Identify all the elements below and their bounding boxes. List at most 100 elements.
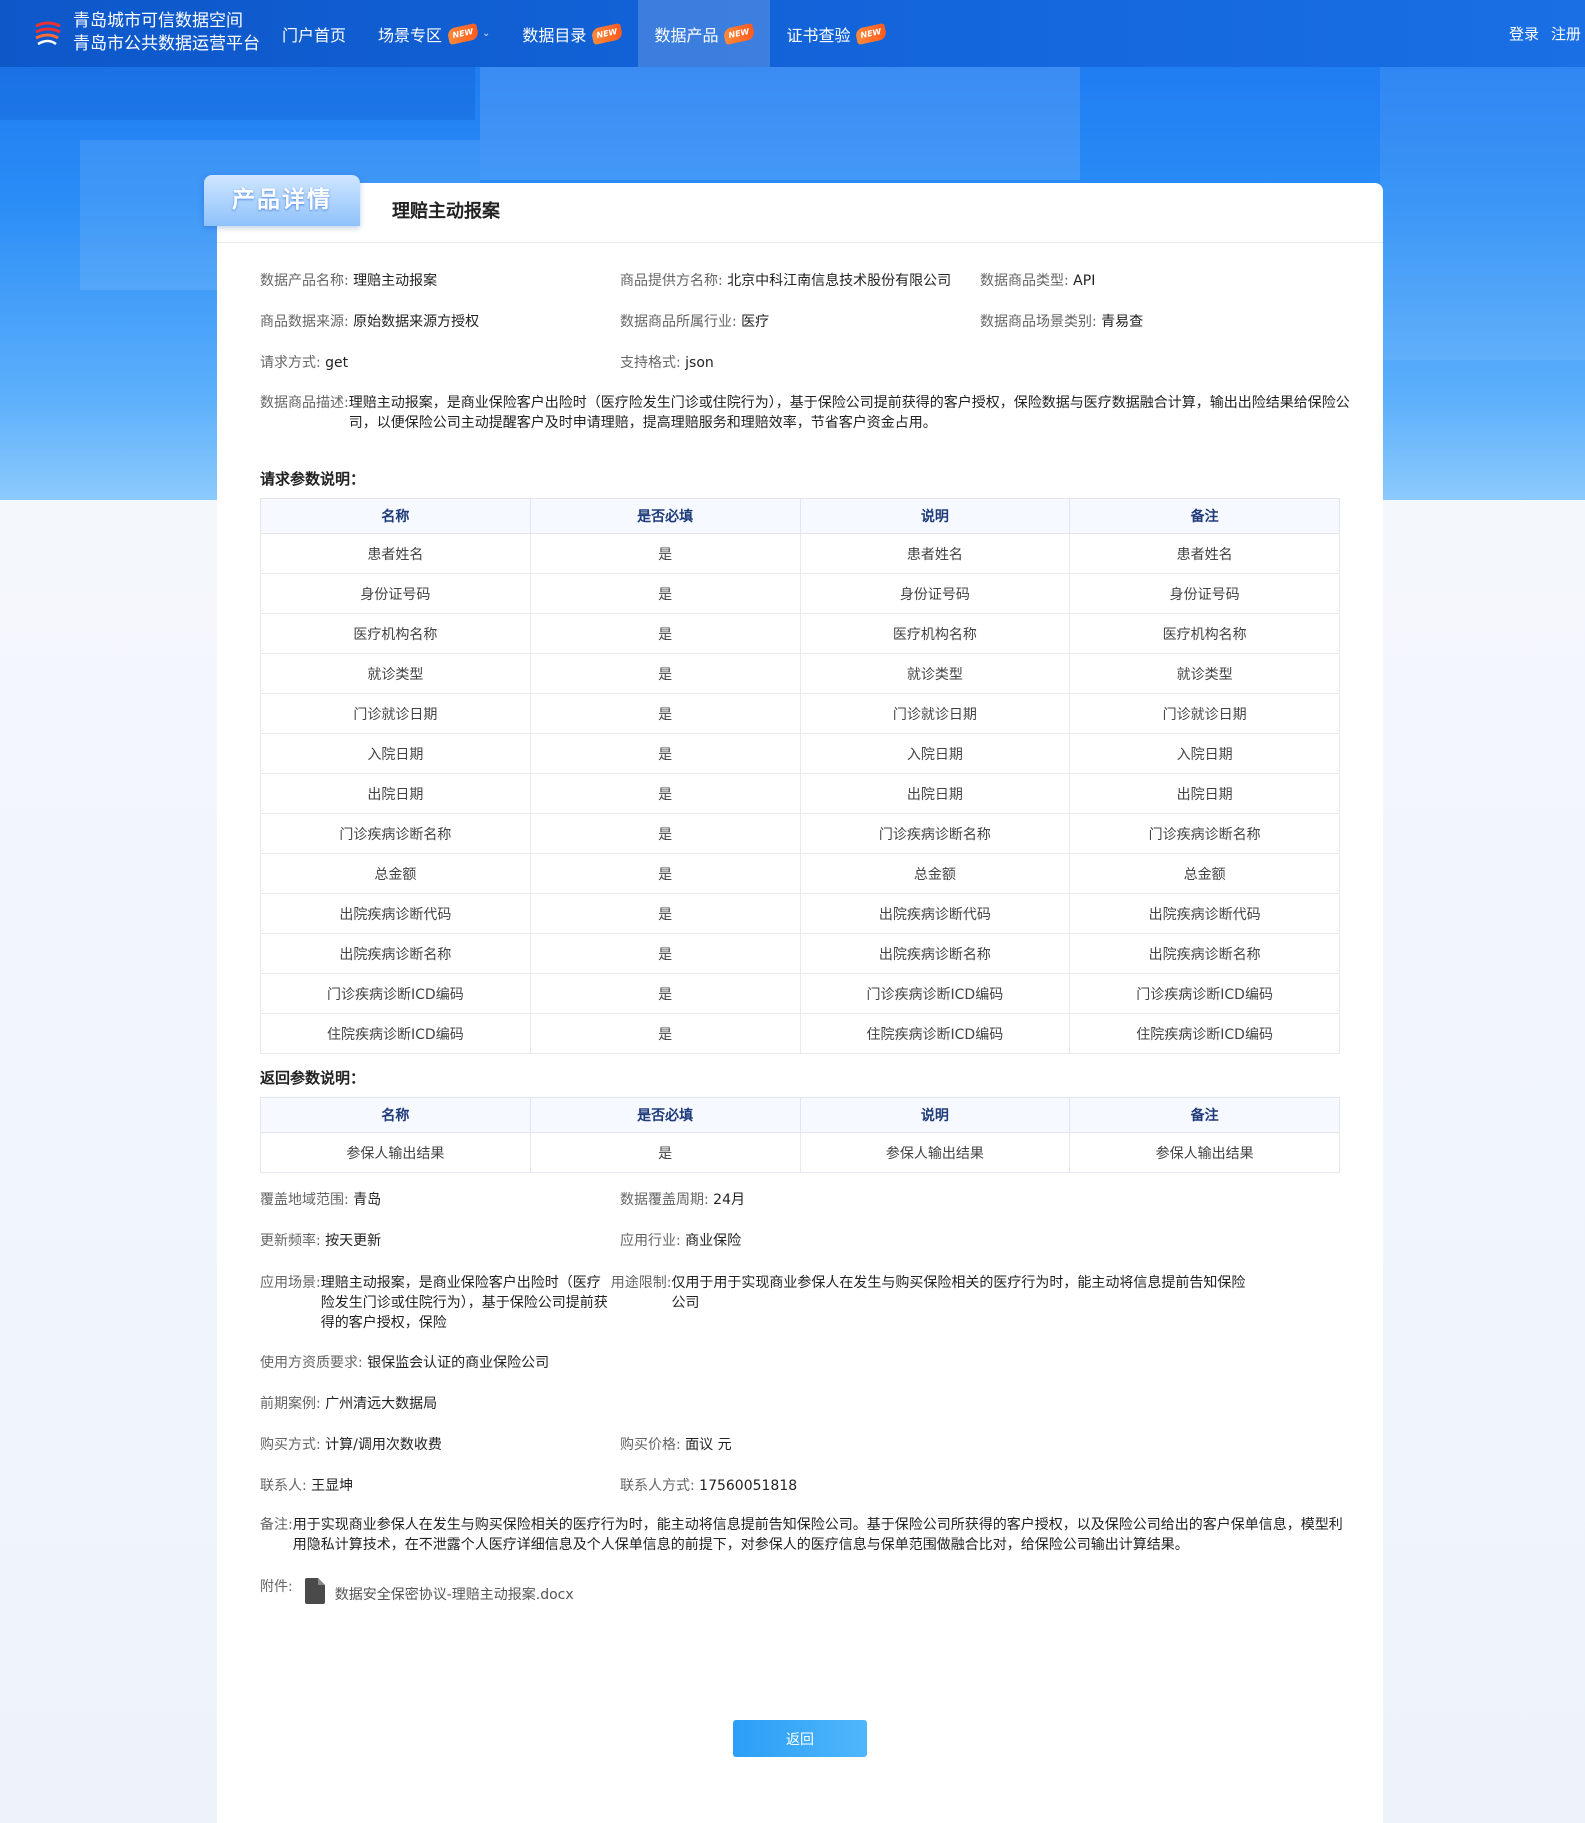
divider	[217, 242, 1383, 243]
buy-method-value: 计算/调用次数收费	[325, 1437, 442, 1453]
table-cell: 是	[529, 733, 801, 774]
table-cell: 是	[529, 533, 801, 574]
table-row: 出院疾病诊断名称是出院疾病诊断名称 出院疾病诊断名称	[260, 933, 1340, 974]
table-cell: 出院疾病诊断名称	[1069, 933, 1340, 974]
table-cell: 是	[529, 613, 801, 654]
table-row: 总金额是总金额 总金额	[260, 853, 1340, 894]
field-qualification: 使用方资质要求: 银保监会认证的商业保险公司	[260, 1355, 550, 1371]
phone-value: 17560051818	[699, 1478, 798, 1494]
provider-value: 北京中科江南信息技术股份有限公司	[727, 273, 952, 289]
table-cell: 门诊疾病诊断名称	[1069, 813, 1340, 854]
field-type: 数据商品类型: API	[980, 273, 1096, 289]
period-value: 24月	[713, 1192, 745, 1208]
table-cell: 门诊疾病诊断ICD编码	[260, 973, 531, 1014]
table-row: 身份证号码是身份证号码 身份证号码	[260, 573, 1340, 614]
col-header: 名称	[260, 1097, 531, 1133]
table-cell: 住院疾病诊断ICD编码	[1069, 1013, 1340, 1054]
region-value: 青岛	[353, 1192, 382, 1208]
new-badge: NEW	[723, 22, 756, 45]
field-scene-type: 数据商品场景类别: 青易查	[980, 314, 1144, 330]
field-format: 支持格式: json	[620, 355, 714, 371]
col-header: 是否必填	[529, 498, 801, 534]
col-header: 是否必填	[529, 1097, 801, 1133]
table-cell: 参保人输出结果	[260, 1132, 531, 1173]
field-attachment: 附件: 数据安全保密协议-理赔主动报案.docx	[260, 1578, 574, 1604]
field-method: 请求方式: get	[260, 355, 349, 371]
frequency-value: 按天更新	[325, 1233, 382, 1249]
table-cell: 是	[529, 1132, 801, 1173]
product-title: 理赔主动报案	[392, 201, 500, 222]
table-cell: 医疗机构名称	[799, 613, 1071, 654]
nav-item-products[interactable]: 数据产品 NEW	[638, 0, 771, 67]
table-cell: 入院日期	[1069, 733, 1340, 774]
table-cell: 是	[529, 1013, 801, 1054]
product-detail-card: 理赔主动报案 数据产品名称: 理赔主动报案 商品提供方名称: 北京中科江南信息技…	[217, 183, 1383, 1823]
brand-line1: 青岛城市可信数据空间	[73, 11, 243, 31]
case-value: 广州清远大数据局	[325, 1396, 438, 1412]
table-cell: 门诊就诊日期	[1069, 693, 1340, 734]
brand-title[interactable]: 青岛城市可信数据空间 青岛市公共数据运营平台	[73, 10, 260, 56]
request-params-title: 请求参数说明：	[260, 470, 366, 488]
nav-item-label: 场景专区	[378, 25, 443, 45]
table-cell: 住院疾病诊断ICD编码	[799, 1013, 1071, 1054]
table-row: 门诊疾病诊断名称是门诊疾病诊断名称 门诊疾病诊断名称	[260, 813, 1340, 854]
brand-line2: 青岛市公共数据运营平台	[73, 34, 260, 54]
table-header-row: 名称 是否必填 说明 备注	[260, 1097, 1340, 1133]
new-badge: NEW	[855, 22, 888, 45]
price-value: 面议 元	[685, 1437, 732, 1453]
table-row: 出院日期是出院日期 出院日期	[260, 773, 1340, 814]
back-button[interactable]: 返回	[733, 1720, 867, 1757]
qualification-value: 银保监会认证的商业保险公司	[367, 1355, 550, 1371]
field-case: 前期案例: 广州清远大数据局	[260, 1396, 438, 1412]
industry-value: 医疗	[741, 314, 770, 330]
field-app-industry: 应用行业: 商业保险	[620, 1233, 742, 1249]
table-row: 出院疾病诊断代码是出院疾病诊断代码 出院疾病诊断代码	[260, 893, 1340, 934]
field-period: 数据覆盖周期: 24月	[620, 1192, 745, 1208]
table-row: 参保人输出结果是参保人输出结果 参保人输出结果	[260, 1132, 1340, 1173]
table-cell: 就诊类型	[260, 653, 531, 694]
attachment-link[interactable]: 数据安全保密协议-理赔主动报案.docx	[335, 1584, 574, 1604]
table-cell: 门诊疾病诊断ICD编码	[799, 973, 1071, 1014]
nav-item-certificate[interactable]: 证书查验 NEW	[770, 0, 902, 67]
table-cell: 出院疾病诊断名称	[260, 933, 531, 974]
limit-value: 仅用于用于实现商业参保人在发生与购买保险相关的医疗行为时，能主动将信息提前告知保…	[671, 1275, 1246, 1311]
nav-item-label: 数据目录	[522, 25, 587, 45]
col-header: 备注	[1069, 498, 1340, 534]
table-cell: 入院日期	[260, 733, 531, 774]
table-cell: 出院日期	[1069, 773, 1340, 814]
table-cell: 出院日期	[799, 773, 1071, 814]
source-value: 原始数据来源方授权	[353, 314, 480, 330]
format-value: json	[685, 355, 714, 371]
nav-item-label: 证书查验	[786, 25, 851, 45]
table-cell: 入院日期	[799, 733, 1071, 774]
nav-item-scenes[interactable]: 场景专区 NEW ⌄	[362, 0, 506, 67]
request-params-table: 名称 是否必填 说明 备注 患者姓名是患者姓名 患者姓名 身份证号码是身份证号码 身份…	[260, 498, 1340, 1054]
field-provider: 商品提供方名称: 北京中科江南信息技术股份有限公司	[620, 273, 952, 289]
table-row: 患者姓名是患者姓名 患者姓名	[260, 533, 1340, 574]
nav-item-label: 数据产品	[654, 25, 719, 45]
table-cell: 患者姓名	[260, 533, 531, 574]
nav-item-home[interactable]: 门户首页	[266, 0, 362, 67]
response-params-table: 名称 是否必填 说明 备注 参保人输出结果是参保人输出结果 参保人输出结果	[260, 1097, 1340, 1173]
table-row: 门诊疾病诊断ICD编码是门诊疾病诊断ICD编码 门诊疾病诊断ICD编码	[260, 973, 1340, 1014]
table-cell: 出院疾病诊断代码	[260, 893, 531, 934]
table-cell: 出院疾病诊断代码	[1069, 893, 1340, 934]
table-cell: 身份证号码	[799, 573, 1071, 614]
table-cell: 是	[529, 773, 801, 814]
table-cell: 身份证号码	[260, 573, 531, 614]
table-cell: 门诊疾病诊断名称	[260, 813, 531, 854]
field-region: 覆盖地域范围: 青岛	[260, 1192, 382, 1208]
table-cell: 门诊就诊日期	[260, 693, 531, 734]
nav-item-label: 门户首页	[282, 25, 347, 45]
login-link[interactable]: 登录	[1509, 23, 1539, 44]
register-link[interactable]: 注册	[1551, 23, 1581, 44]
nav-item-catalog[interactable]: 数据目录 NEW	[506, 0, 638, 67]
table-cell: 是	[529, 813, 801, 854]
main-menu: 门户首页 场景专区 NEW ⌄ 数据目录 NEW 数据产品 NEW 证书查验 N…	[266, 0, 902, 67]
table-cell: 门诊就诊日期	[799, 693, 1071, 734]
top-nav: 青岛城市可信数据空间 青岛市公共数据运营平台 门户首页 场景专区 NEW ⌄ 数…	[0, 0, 1585, 67]
table-cell: 门诊疾病诊断ICD编码	[1069, 973, 1340, 1014]
table-row: 入院日期是入院日期 入院日期	[260, 733, 1340, 774]
method-value: get	[325, 355, 349, 371]
field-phone: 联系人方式: 17560051818	[620, 1478, 798, 1494]
